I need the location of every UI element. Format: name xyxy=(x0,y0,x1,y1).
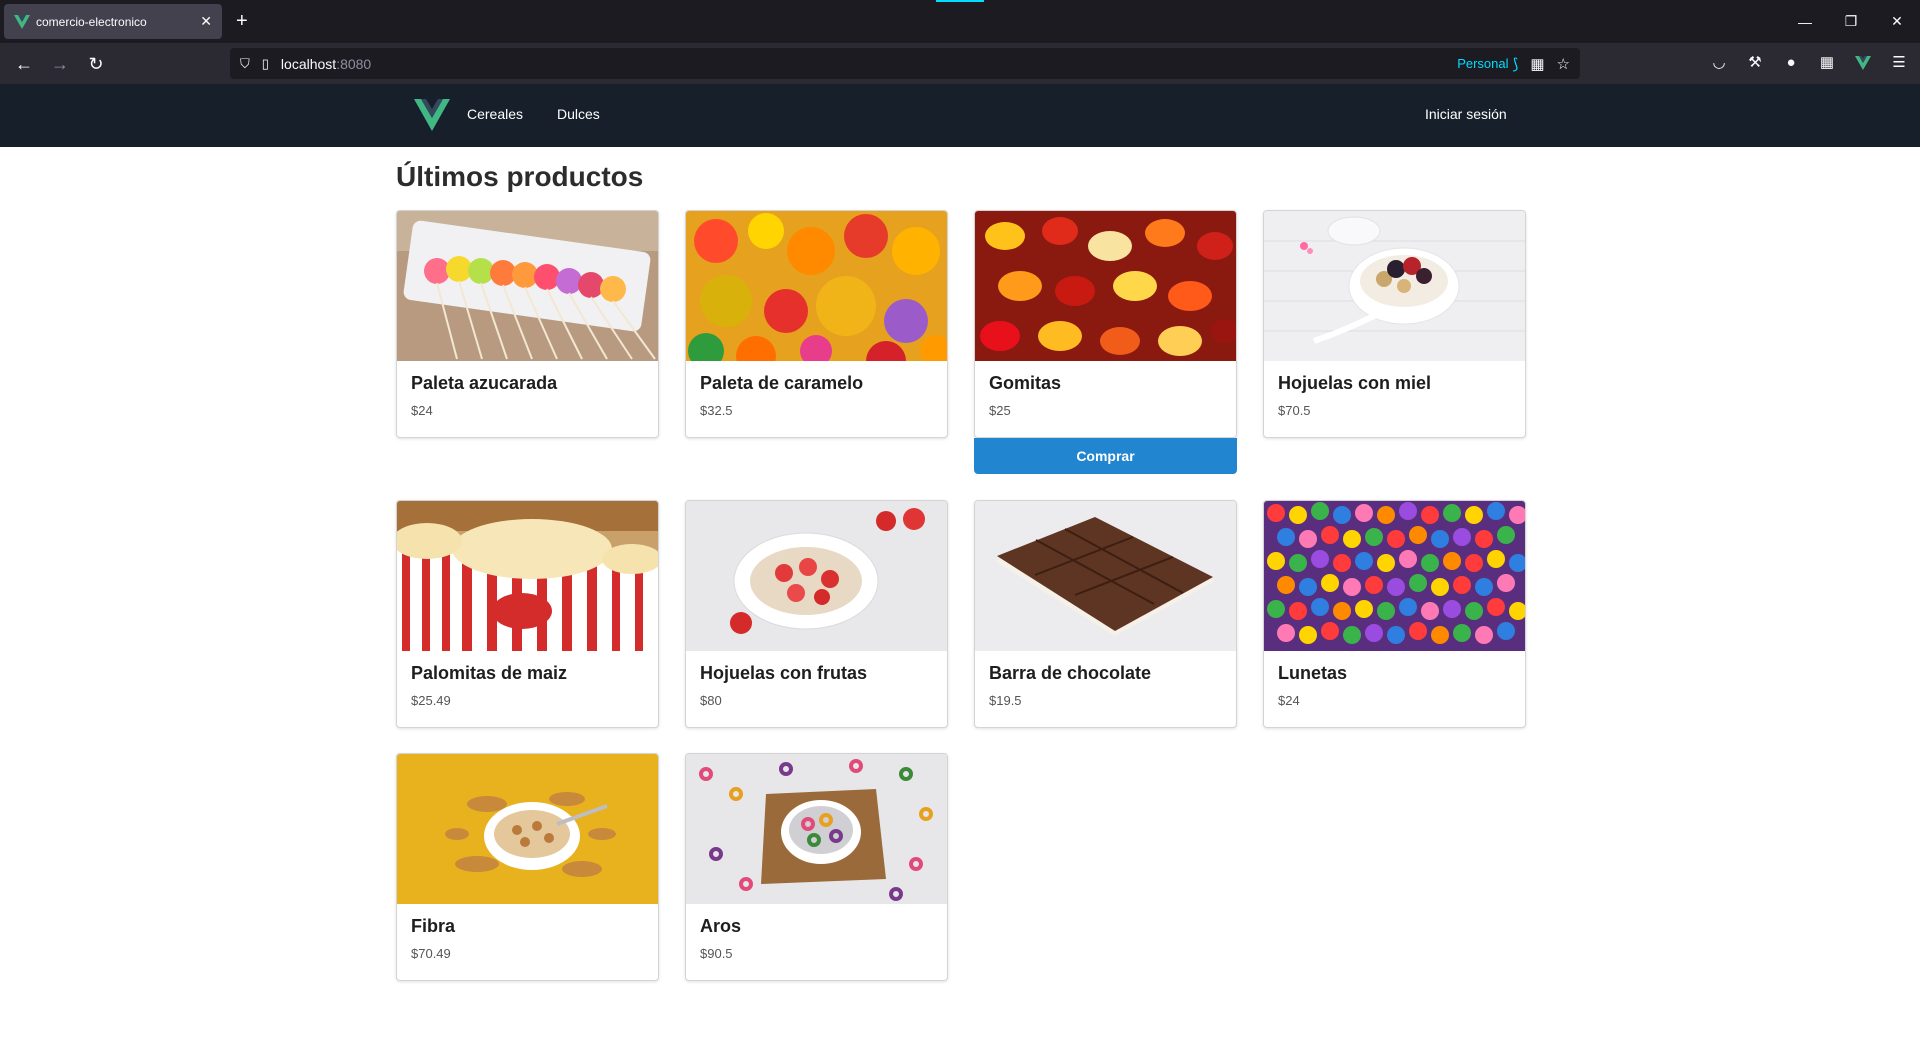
product-card[interactable]: Paleta de caramelo $32.5 xyxy=(685,210,948,438)
login-link[interactable]: Iniciar sesión xyxy=(1425,106,1507,122)
page-title: Últimos productos xyxy=(396,161,644,192)
product-card[interactable]: Fibra $70.49 xyxy=(396,753,659,981)
product-price: $24 xyxy=(411,403,433,418)
product-image xyxy=(397,501,658,651)
product-card[interactable]: Lunetas $24 xyxy=(1263,500,1526,728)
browser-tabstrip: comercio-electronico ✕ + — ❐ ✕ xyxy=(0,0,1920,43)
browser-toolbar: ← → ↻ ⛉ ▯ localhost:8080 Personal ⟆ ▦ ☆ … xyxy=(0,43,1920,84)
url-bar[interactable]: ⛉ ▯ localhost:8080 Personal ⟆ ▦ ☆ xyxy=(230,48,1580,79)
product-image xyxy=(975,501,1236,651)
toolbar-extensions: ◡ ⚒ ● ▦ ☰ xyxy=(1708,51,1910,75)
wrench-icon[interactable]: ⚒ xyxy=(1744,51,1766,75)
product-name: Hojuelas con frutas xyxy=(700,663,868,683)
extensions-icon[interactable]: ▦ xyxy=(1816,51,1838,75)
product-price: $19.5 xyxy=(989,693,1022,708)
tab-drag-indicator xyxy=(936,0,984,2)
product-name: Lunetas xyxy=(1278,663,1348,683)
minimize-icon[interactable]: — xyxy=(1782,0,1828,43)
vue-logo-icon[interactable] xyxy=(414,99,450,131)
url-actions: Personal ⟆ ▦ ☆ xyxy=(1457,48,1570,79)
product-price: $25.49 xyxy=(411,693,451,708)
product-name: Paleta azucarada xyxy=(411,373,558,393)
close-tab-icon[interactable]: ✕ xyxy=(200,13,212,30)
product-name: Hojuelas con miel xyxy=(1278,373,1432,393)
product-image xyxy=(1264,211,1525,361)
product-price: $24 xyxy=(1278,693,1300,708)
product-image xyxy=(397,211,658,361)
product-image xyxy=(975,211,1236,361)
vue-devtools-icon[interactable] xyxy=(1852,51,1874,75)
product-price: $80 xyxy=(700,693,722,708)
product-price: $70.5 xyxy=(1278,403,1311,418)
forward-icon[interactable]: → xyxy=(48,52,72,76)
product-name: Paleta de caramelo xyxy=(700,373,864,393)
new-tab-icon[interactable]: + xyxy=(236,10,248,32)
product-price: $25 xyxy=(989,403,1011,418)
product-name: Barra de chocolate xyxy=(989,663,1152,683)
product-card[interactable]: Aros $90.5 xyxy=(685,753,948,981)
grid-icon[interactable]: ▦ xyxy=(1530,55,1544,73)
product-image xyxy=(686,501,947,651)
product-price: $90.5 xyxy=(700,946,733,961)
app-header: Cereales Dulces Iniciar sesión xyxy=(0,84,1920,147)
buy-button[interactable]: Comprar xyxy=(974,438,1237,474)
product-card[interactable]: Palomitas de maiz $25.49 xyxy=(396,500,659,728)
product-card[interactable]: Gomitas $25 Comprar xyxy=(974,210,1237,474)
profile-icon[interactable]: ● xyxy=(1780,51,1802,75)
menu-icon[interactable]: ☰ xyxy=(1888,51,1910,75)
restore-icon[interactable]: ❐ xyxy=(1828,0,1874,43)
star-icon[interactable]: ☆ xyxy=(1557,55,1570,73)
product-image xyxy=(397,754,658,904)
product-name: Palomitas de maiz xyxy=(411,663,568,683)
nav-link-dulces[interactable]: Dulces xyxy=(557,106,600,122)
product-name: Fibra xyxy=(411,916,456,936)
window-controls: — ❐ ✕ xyxy=(1782,0,1920,43)
product-image xyxy=(686,754,947,904)
product-price: $70.49 xyxy=(411,946,451,961)
product-image xyxy=(1264,501,1525,651)
close-window-icon[interactable]: ✕ xyxy=(1874,0,1920,43)
product-card[interactable]: Barra de chocolate $19.5 xyxy=(974,500,1237,728)
product-card[interactable]: Hojuelas con frutas $80 xyxy=(685,500,948,728)
nav-link-cereales[interactable]: Cereales xyxy=(467,106,523,122)
product-card[interactable]: Hojuelas con miel $70.5 xyxy=(1263,210,1526,438)
vue-favicon-icon xyxy=(14,14,30,29)
back-icon[interactable]: ← xyxy=(12,52,36,76)
pocket-icon[interactable]: ◡ xyxy=(1708,51,1730,75)
container-icon: ⟆ xyxy=(1512,55,1519,73)
url-host[interactable]: localhost xyxy=(281,56,336,72)
product-price: $32.5 xyxy=(700,403,733,418)
tab-title: comercio-electronico xyxy=(36,14,147,29)
product-name: Gomitas xyxy=(989,373,1062,393)
shield-icon[interactable]: ⛉ xyxy=(240,56,250,72)
browser-tab[interactable]: comercio-electronico ✕ xyxy=(4,4,222,39)
url-port[interactable]: :8080 xyxy=(336,56,371,72)
product-name: Aros xyxy=(700,916,742,936)
page-icon: ▯ xyxy=(261,55,269,71)
container-label[interactable]: Personal xyxy=(1457,56,1508,71)
product-image xyxy=(686,211,947,361)
product-card[interactable]: Paleta azucarada $24 xyxy=(396,210,659,438)
reload-icon[interactable]: ↻ xyxy=(84,52,108,76)
